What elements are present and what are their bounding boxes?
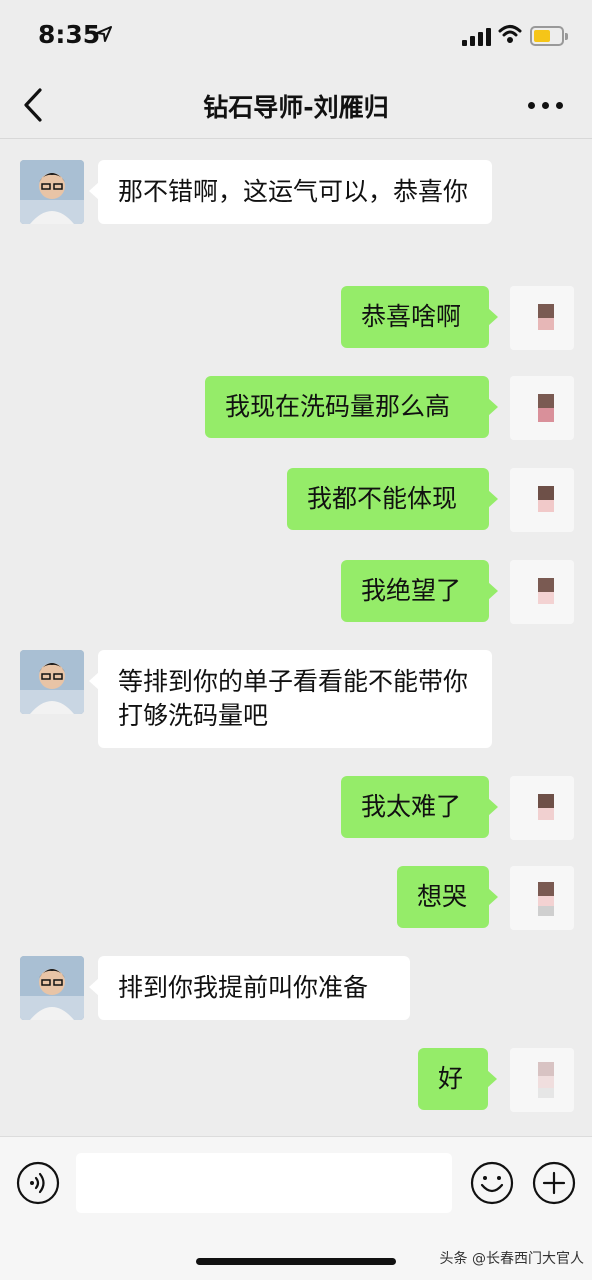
user-avatar[interactable] bbox=[510, 468, 574, 532]
emoji-icon[interactable] bbox=[470, 1161, 514, 1205]
message-bubble[interactable]: 我绝望了 bbox=[341, 560, 498, 622]
contact-avatar[interactable] bbox=[20, 650, 84, 714]
location-arrow-icon bbox=[96, 26, 112, 42]
chat-title: 钻石导师-刘雁归 bbox=[203, 93, 389, 122]
status-time: 8:35 bbox=[38, 20, 101, 49]
message-bubble[interactable]: 我现在洗码量那么高 bbox=[205, 376, 498, 438]
contact-avatar[interactable] bbox=[20, 956, 84, 1020]
status-bar: 8:35 bbox=[0, 0, 592, 72]
watermark: 头条 @长春西门大官人 bbox=[439, 1251, 584, 1267]
message-bubble[interactable]: 我太难了 bbox=[341, 776, 498, 838]
user-avatar[interactable] bbox=[510, 560, 574, 624]
user-avatar[interactable] bbox=[510, 286, 574, 350]
user-avatar[interactable] bbox=[510, 776, 574, 840]
voice-input-icon[interactable] bbox=[16, 1161, 60, 1205]
plus-icon[interactable] bbox=[532, 1161, 576, 1205]
message-input[interactable] bbox=[76, 1153, 452, 1213]
battery-icon bbox=[530, 26, 568, 46]
message-bubble[interactable]: 等排到你的单子看看能不能带你打够洗码量吧 bbox=[89, 650, 492, 748]
message-bubble[interactable]: 排到你我提前叫你准备 bbox=[89, 956, 410, 1020]
contact-avatar[interactable] bbox=[20, 160, 84, 224]
chat-header: 钻石导师-刘雁归 bbox=[0, 72, 592, 139]
user-avatar[interactable] bbox=[510, 1048, 574, 1112]
user-avatar[interactable] bbox=[510, 866, 574, 930]
cellular-signal-icon bbox=[462, 28, 491, 46]
input-bar bbox=[0, 1136, 592, 1233]
message-bubble[interactable]: 想哭 bbox=[397, 866, 498, 928]
user-avatar[interactable] bbox=[510, 376, 574, 440]
wifi-icon bbox=[498, 25, 522, 43]
message-bubble[interactable]: 恭喜啥啊 bbox=[341, 286, 498, 348]
more-options-icon[interactable] bbox=[528, 102, 564, 110]
message-bubble[interactable]: 我都不能体现 bbox=[287, 468, 498, 530]
message-bubble[interactable]: 好 bbox=[418, 1048, 497, 1110]
home-indicator[interactable] bbox=[196, 1258, 396, 1265]
home-area: 头条 @长春西门大官人 bbox=[0, 1232, 592, 1280]
message-bubble[interactable]: 那不错啊，这运气可以，恭喜你 bbox=[89, 160, 492, 224]
